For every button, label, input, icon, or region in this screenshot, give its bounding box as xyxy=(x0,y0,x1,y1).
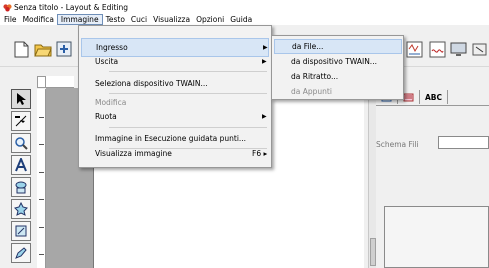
select-tool-button[interactable] xyxy=(11,89,31,109)
schema-fili-field[interactable] xyxy=(438,136,489,149)
app-logo-icon xyxy=(3,3,12,12)
shape-tool-icon xyxy=(15,181,27,194)
submenu-item-da-twain[interactable]: da dispositivo TWAIN... xyxy=(274,54,402,69)
stamp-tool-icon xyxy=(14,202,28,216)
pen-tool-button[interactable] xyxy=(11,243,31,263)
menu-opzioni[interactable]: Opzioni xyxy=(193,14,227,25)
stamp-tool-button[interactable] xyxy=(11,199,31,219)
pen-tool-icon xyxy=(15,247,27,259)
immagine-menu: Ingresso ▶ Uscita ▶ Seleziona dispositiv… xyxy=(78,25,272,168)
menu-modifica[interactable]: Modifica xyxy=(20,14,57,25)
submenu-item-da-file[interactable]: da File... xyxy=(274,39,402,54)
title-bar: Senza titolo - Layout & Editing xyxy=(0,0,489,14)
text-tool-button[interactable] xyxy=(11,155,31,175)
tool-palette xyxy=(11,89,33,268)
zoom-tool-button[interactable] xyxy=(11,133,31,153)
shape-tool-button[interactable] xyxy=(11,177,31,197)
toolbar-button-monitor[interactable] xyxy=(448,39,468,59)
pattern-icon xyxy=(406,41,422,57)
toolbar-button-stitch[interactable] xyxy=(427,39,447,59)
ruler-corner xyxy=(37,76,46,88)
point-edit-tool-button[interactable] xyxy=(11,111,31,131)
toolbar-button-extra[interactable] xyxy=(469,39,489,59)
open-folder-icon xyxy=(34,44,52,56)
vertical-scrollbar[interactable] xyxy=(368,88,376,268)
new-file-icon xyxy=(14,41,28,57)
new-file-button[interactable] xyxy=(11,39,31,59)
schema-fili-label: Schema Fili xyxy=(376,140,419,149)
submenu-item-da-ritratto[interactable]: da Ritratto... xyxy=(274,69,402,84)
monitor-icon xyxy=(450,42,466,56)
menu-item-uscita[interactable]: Uscita ▶ xyxy=(81,52,269,71)
menu-visualizza[interactable]: Visualizza xyxy=(150,14,193,25)
toolbar-button-pattern[interactable] xyxy=(404,39,424,59)
menu-bar: File Modifica Immagine Testo Cuci Visual… xyxy=(0,14,489,25)
open-button[interactable] xyxy=(33,39,53,59)
zoom-icon xyxy=(15,137,28,150)
import-icon xyxy=(56,41,72,57)
menu-immagine[interactable]: Immagine xyxy=(56,14,103,25)
preview-box xyxy=(384,206,489,268)
horizontal-ruler xyxy=(46,76,74,88)
menu-file[interactable]: File xyxy=(1,14,20,25)
menu-separator xyxy=(109,127,267,128)
window-title: Senza titolo - Layout & Editing xyxy=(14,2,128,12)
tool-icon-3 xyxy=(472,43,486,55)
submenu-arrow-icon: ▶ xyxy=(262,58,267,65)
arrow-select-icon xyxy=(17,93,26,105)
pattern-fill-icon xyxy=(403,93,414,101)
menu-guida[interactable]: Guida xyxy=(227,14,255,25)
properties-panel: ABC Schema Fili xyxy=(376,89,489,268)
submenu-arrow-icon: ▶ xyxy=(263,44,268,51)
menu-item-seleziona-twain[interactable]: Seleziona dispositivo TWAIN... xyxy=(81,74,269,93)
ingresso-submenu: da File... da dispositivo TWAIN... da Ri… xyxy=(271,35,404,100)
embroidery-tool-icon xyxy=(15,225,27,237)
menu-cuci[interactable]: Cuci xyxy=(128,14,150,25)
submenu-item-da-appunti: da Appunti xyxy=(291,87,332,96)
text-tool-icon xyxy=(15,158,27,172)
point-edit-icon xyxy=(15,115,27,127)
menu-item-visualizza-immagine[interactable]: Visualizza immagine F6 ▸ xyxy=(81,144,269,163)
menu-testo[interactable]: Testo xyxy=(103,14,128,25)
tool-icon-1 xyxy=(429,41,445,57)
menu-separator xyxy=(109,71,267,72)
shortcut-label: F6 ▸ xyxy=(252,149,268,158)
import-button[interactable] xyxy=(54,39,74,59)
menu-item-ruota[interactable]: Ruota ▶ xyxy=(81,107,269,126)
embroidery-tool-button[interactable] xyxy=(11,221,31,241)
submenu-arrow-icon: ▶ xyxy=(262,113,267,120)
vertical-ruler xyxy=(37,89,46,268)
tab-text[interactable]: ABC xyxy=(420,90,449,104)
